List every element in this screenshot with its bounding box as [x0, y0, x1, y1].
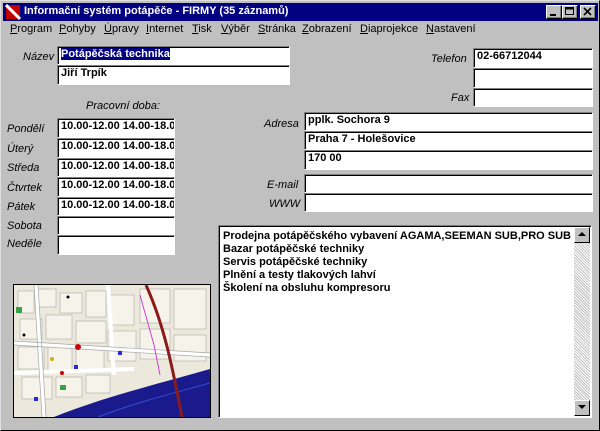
menu-zobrazeni[interactable]: Zobrazení	[302, 23, 352, 35]
day-label-ctvrtek: Čtvrtek	[7, 182, 42, 194]
app-window: Informační systém potápěče - FIRMY (35 z…	[0, 0, 600, 431]
minimize-icon	[550, 14, 556, 16]
list-item[interactable]: Školení na obsluhu kompresoru	[223, 282, 390, 294]
adresa-field-3[interactable]: 170 00	[304, 150, 593, 170]
fax-field[interactable]	[473, 88, 593, 107]
menu-tisk[interactable]: Tisk	[192, 23, 212, 35]
maximize-button[interactable]	[562, 5, 578, 19]
menu-bar: Program Pohyby Úpravy Internet Tisk Výbě…	[3, 21, 598, 39]
maximize-icon	[565, 7, 574, 15]
telefon-label: Telefon	[431, 53, 467, 65]
menu-internet[interactable]: Internet	[146, 23, 183, 35]
hours-field-patek[interactable]: 10.00-12.00 14.00-18.00	[57, 197, 175, 216]
day-label-utery: Úterý	[7, 143, 34, 155]
hours-field-nedele[interactable]	[57, 235, 175, 255]
telefon-field-1[interactable]: 02-66712044	[473, 48, 593, 68]
email-field[interactable]	[304, 174, 593, 193]
minimize-button[interactable]	[546, 5, 562, 19]
menu-stranka[interactable]: Stránka	[258, 23, 296, 35]
title-bar[interactable]: Informační systém potápěče - FIRMY (35 z…	[3, 3, 598, 21]
menu-nastaveni[interactable]: Nastavení	[426, 23, 476, 35]
menu-upravy[interactable]: Úpravy	[104, 23, 139, 35]
day-label-nedele: Neděle	[7, 238, 42, 250]
close-button[interactable]	[580, 5, 596, 19]
pracovni-doba-heading: Pracovní doba:	[86, 100, 160, 112]
window-title: Informační systém potápěče - FIRMY (35 z…	[24, 5, 289, 17]
nazev-label: Název	[23, 51, 55, 63]
day-label-pondeli: Pondělí	[7, 123, 45, 135]
hours-field-pondeli[interactable]: 10.00-12.00 14.00-18.00	[57, 118, 175, 138]
menu-diaprojekce[interactable]: Diaprojekce	[360, 23, 418, 35]
hours-field-utery[interactable]: 10.00-12.00 14.00-18.00	[57, 138, 175, 158]
nazev-field-1[interactable]: Potápěčská technika	[57, 46, 290, 65]
day-label-patek: Pátek	[7, 201, 36, 213]
www-field[interactable]	[304, 193, 593, 212]
city-map-image	[14, 285, 210, 417]
nazev-field-2[interactable]: Jiří Trpík	[57, 65, 290, 85]
location-map[interactable]	[13, 284, 211, 418]
list-item[interactable]: Servis potápěčské techniky	[223, 256, 367, 268]
list-item[interactable]: Plnění a testy tlakových lahví	[223, 269, 376, 281]
www-label: WWW	[269, 198, 301, 210]
fax-label: Fax	[451, 92, 470, 104]
arrow-up-icon	[578, 232, 586, 236]
menu-pohyby[interactable]: Pohyby	[59, 23, 96, 35]
day-label-sobota: Sobota	[7, 220, 42, 232]
telefon-field-2[interactable]	[473, 68, 593, 88]
arrow-down-icon	[578, 405, 586, 409]
hours-field-sobota[interactable]	[57, 216, 175, 235]
vertical-scrollbar[interactable]	[574, 227, 590, 416]
menu-program[interactable]: Program	[10, 23, 52, 35]
adresa-label: Adresa	[264, 118, 299, 130]
adresa-field-1[interactable]: pplk. Sochora 9	[304, 112, 593, 131]
adresa-field-2[interactable]: Praha 7 - Holešovice	[304, 131, 593, 150]
list-item[interactable]: Bazar potápěčské techniky	[223, 243, 364, 255]
list-item[interactable]: Prodejna potápěčského vybavení AGAMA,SEE…	[223, 230, 571, 242]
close-icon	[583, 7, 592, 16]
hours-field-streda[interactable]: 10.00-12.00 14.00-18.00	[57, 158, 175, 177]
scroll-down-button[interactable]	[574, 400, 590, 416]
nazev-value-1: Potápěčská technika	[61, 48, 170, 60]
scroll-up-button[interactable]	[574, 227, 590, 243]
diver-app-icon	[5, 4, 21, 20]
services-listbox[interactable]: Prodejna potápěčského vybavení AGAMA,SEE…	[218, 225, 592, 418]
day-label-streda: Středa	[7, 162, 40, 174]
email-label: E-mail	[267, 179, 299, 191]
hours-field-ctvrtek[interactable]: 10.00-12.00 14.00-18.00	[57, 177, 175, 197]
menu-vyber[interactable]: Výběr	[221, 23, 250, 35]
